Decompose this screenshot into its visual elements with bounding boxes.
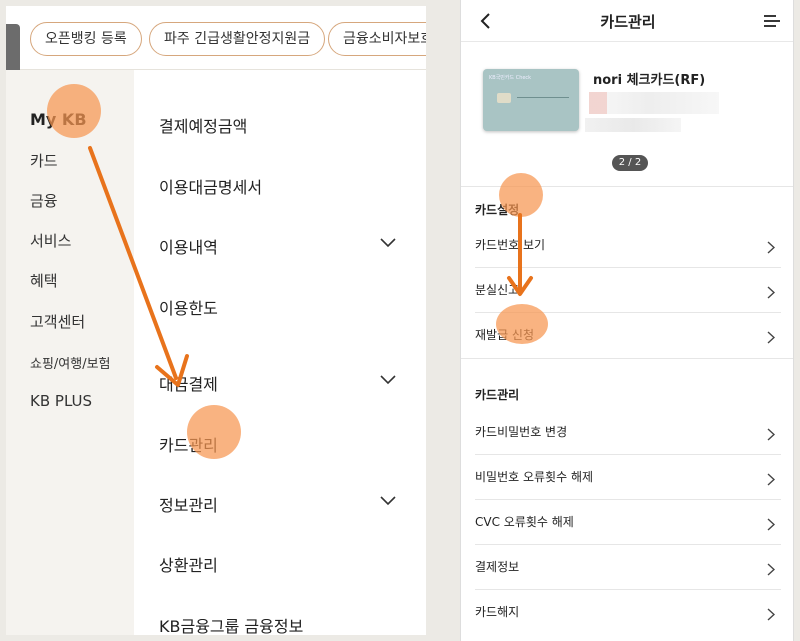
- highlight-dot-card-manage: [187, 405, 241, 459]
- chevron-right-icon: [767, 426, 776, 441]
- card-brand-text: KB국민카드 Check: [489, 75, 532, 81]
- row-label: 카드번호 보기: [475, 238, 546, 252]
- sidebar-item-benefits[interactable]: 혜택: [30, 270, 58, 291]
- sidebar-item-customer-center[interactable]: 고객센터: [30, 311, 85, 332]
- menu-limit[interactable]: 이용한도: [159, 295, 218, 319]
- row-label: 분실신고: [475, 283, 520, 297]
- submenu-column: 결제예정금액 이용대금명세서 이용내역 이용한도 대금결제 카드관리 정보관리 …: [134, 70, 426, 635]
- card-name: nori 체크카드(RF): [593, 73, 706, 88]
- highlight-dot-card-settings: [499, 173, 543, 217]
- row-reset-cvc-errors[interactable]: CVC 오류횟수 해제: [461, 500, 793, 545]
- row-payment-info[interactable]: 결제정보: [461, 545, 793, 590]
- chip-open-banking[interactable]: 오픈뱅킹 등록: [30, 22, 142, 56]
- row-label: CVC 오류횟수 해제: [475, 515, 574, 529]
- card-stripe: [517, 97, 569, 98]
- menu-payment-due[interactable]: 결제예정금액: [159, 113, 247, 137]
- chip-consumer-protection[interactable]: 금융소비자보호: [328, 22, 426, 56]
- highlight-dot-reissue: [496, 304, 548, 344]
- quick-chips-bar: 오픈뱅킹 등록 파주 긴급생활안정지원금 금융소비자보호: [6, 6, 426, 70]
- chevron-right-icon: [767, 329, 776, 344]
- sidebar: My KB 카드 금융 서비스 혜택 고객센터 쇼핑/여행/보험 KB PLUS: [6, 70, 134, 635]
- row-label: 결제정보: [475, 560, 520, 574]
- card-image[interactable]: KB국민카드 Check: [483, 69, 579, 131]
- row-reset-pin-errors[interactable]: 비밀번호 오류횟수 해제: [461, 455, 793, 500]
- menu-history[interactable]: 이용내역: [159, 234, 218, 258]
- menu-info-manage[interactable]: 정보관리: [159, 492, 218, 516]
- chip-paju-support[interactable]: 파주 긴급생활안정지원금: [149, 22, 326, 56]
- card-page-indicator: 2 / 2: [612, 155, 648, 171]
- chevron-right-icon: [767, 284, 776, 299]
- chevron-right-icon: [767, 561, 776, 576]
- menu-repay-manage[interactable]: 상환관리: [159, 552, 218, 576]
- row-cancel-card[interactable]: 카드해지: [461, 590, 793, 635]
- menu-statement[interactable]: 이용대금명세서: [159, 174, 262, 198]
- chevron-down-icon[interactable]: [380, 496, 396, 506]
- row-change-pin[interactable]: 카드비밀번호 변경: [461, 410, 793, 455]
- hamburger-menu-icon[interactable]: [763, 13, 781, 29]
- sidebar-item-finance[interactable]: 금융: [30, 190, 58, 211]
- chevron-right-icon: [767, 606, 776, 621]
- masked-card-info: [589, 92, 719, 114]
- card-chip-icon: [497, 93, 511, 103]
- chevron-down-icon[interactable]: [380, 238, 396, 248]
- sidebar-item-kb-plus[interactable]: KB PLUS: [30, 392, 92, 410]
- chevron-down-icon[interactable]: [380, 375, 396, 385]
- highlight-dot-mykb: [47, 84, 101, 138]
- header: 카드관리: [461, 0, 793, 42]
- menu-kb-group-info[interactable]: KB금융그룹 금융정보: [159, 613, 303, 635]
- sidebar-item-card[interactable]: 카드: [30, 150, 58, 171]
- row-view-card-number[interactable]: 카드번호 보기: [461, 223, 793, 268]
- sidebar-item-service[interactable]: 서비스: [30, 230, 71, 251]
- section-divider: [461, 358, 793, 359]
- chevron-right-icon: [767, 516, 776, 531]
- masked-card-number: [585, 118, 681, 132]
- row-label: 비밀번호 오류횟수 해제: [475, 470, 594, 484]
- section-title-manage: 카드관리: [475, 388, 520, 402]
- chevron-right-icon: [767, 239, 776, 254]
- row-label: 카드비밀번호 변경: [475, 425, 568, 439]
- page-title: 카드관리: [600, 13, 656, 31]
- chevron-right-icon: [767, 471, 776, 486]
- sidebar-item-shopping[interactable]: 쇼핑/여행/보험: [30, 353, 111, 372]
- menu-bill-payment[interactable]: 대금결제: [159, 371, 218, 395]
- row-label: 카드해지: [475, 605, 520, 619]
